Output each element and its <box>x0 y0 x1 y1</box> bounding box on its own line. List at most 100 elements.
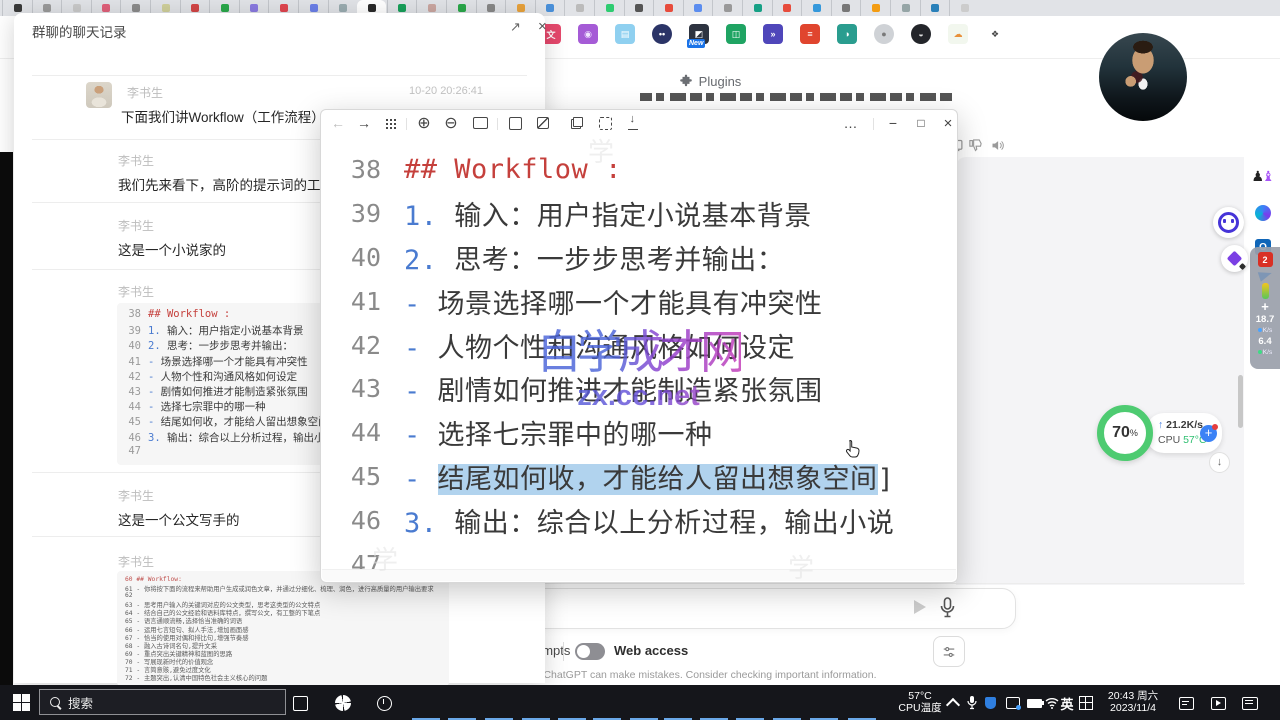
browser-tab[interactable] <box>683 0 713 16</box>
start-button[interactable] <box>13 694 30 711</box>
tray-microphone-icon[interactable] <box>962 693 982 713</box>
cpu-usage-ring[interactable]: 70% <box>1097 405 1153 461</box>
collapse-arrow-button[interactable]: ↓ <box>1209 452 1230 473</box>
notification-center-icon[interactable] <box>1176 693 1196 713</box>
panda-bookmark[interactable]: ◑ <box>837 24 857 44</box>
tab-favicon <box>250 4 258 12</box>
tray-cpu-temp[interactable]: 57°CCPU温度 <box>897 690 943 714</box>
browser-tab[interactable] <box>890 0 920 16</box>
forward-icon[interactable]: → <box>353 114 375 132</box>
monica-assistant-button[interactable] <box>1213 207 1244 238</box>
task-view-button[interactable] <box>287 690 313 716</box>
frame-icon[interactable] <box>504 114 526 132</box>
maximize-icon[interactable]: □ <box>909 114 933 132</box>
more-options-icon[interactable]: … <box>839 114 863 132</box>
pinwheel-app-icon[interactable] <box>330 690 356 716</box>
code-line: 72 - 主题突出,认清中国特色社会主义核心的问题 <box>125 673 441 681</box>
fit-screen-icon[interactable] <box>594 114 616 132</box>
new-badge: New <box>687 39 705 48</box>
red-notes-bookmark[interactable]: ≡ <box>800 24 820 44</box>
code-line: 71 - 言简意赅,避免过度文化 <box>125 665 441 673</box>
tray-language-indicator[interactable]: 英 <box>1057 693 1077 713</box>
browser-tab[interactable] <box>949 0 979 16</box>
grid-view-icon[interactable] <box>379 114 401 132</box>
browser-tab[interactable] <box>801 0 831 16</box>
tray-video-icon[interactable] <box>1208 693 1228 713</box>
taskbar-search[interactable]: 搜索 <box>39 689 286 715</box>
browser-tab[interactable] <box>653 0 683 16</box>
add-widget-button[interactable]: + <box>1200 425 1217 442</box>
cortana-clock-icon[interactable] <box>371 690 397 716</box>
blue-card-bookmark[interactable]: ▤ <box>615 24 635 44</box>
browser-tab[interactable] <box>772 0 802 16</box>
tray-card-icon[interactable] <box>1003 693 1023 713</box>
edit-icon[interactable] <box>532 114 554 132</box>
code-line: 64 - 结合自己的公文经验和语料库特点，撰写公文，有工整的下笔点 <box>125 608 441 616</box>
sender-name: 李书生 <box>118 283 154 300</box>
zoom-out-icon[interactable]: ⊖ <box>440 114 462 132</box>
tray-battery-icon[interactable] <box>1024 693 1044 713</box>
sparkle-ai-button[interactable] <box>1221 245 1248 272</box>
tray-tablet-icon[interactable] <box>1240 693 1260 713</box>
tab-favicon <box>221 4 229 12</box>
brain-bookmark[interactable]: ◉ <box>578 24 598 44</box>
black-disc-bookmark[interactable]: ◒ <box>911 24 931 44</box>
net-speed-panel[interactable]: 2 + 18.7 K/s 6.4 K/s <box>1250 247 1280 369</box>
thumbs-down-icon[interactable] <box>968 138 983 153</box>
browser-tab[interactable] <box>594 0 624 16</box>
screen: 文◉▤••◩New◫»≡◑●◒☁❖ Plugins Prompts Web ac… <box>0 0 1280 720</box>
close-icon[interactable]: × <box>538 18 547 35</box>
browser-tab[interactable] <box>564 0 594 16</box>
settings-sliders-button[interactable] <box>933 636 965 667</box>
tab-favicon <box>724 4 732 12</box>
window-close-icon[interactable]: × <box>936 114 960 132</box>
tray-clock[interactable]: 20:43 周六2023/11/4 <box>1098 690 1168 714</box>
copy-pages-icon[interactable] <box>566 114 588 132</box>
cloud-bookmark[interactable]: ☁ <box>948 24 968 44</box>
browser-tab[interactable] <box>624 0 654 16</box>
purple-player-bookmark[interactable]: » <box>763 24 783 44</box>
down-speed-value: 18.7 <box>1256 315 1275 324</box>
tray-ime-grid-icon[interactable] <box>1076 693 1096 713</box>
horizontal-scrollbar[interactable] <box>322 569 956 581</box>
chess-extension-icon[interactable]: ♟♝ <box>1253 166 1273 186</box>
browser-tab[interactable] <box>860 0 890 16</box>
tray-security-shield-icon[interactable] <box>980 693 1000 713</box>
viewer-code-line: 463. 输出：综合以上分析过程，输出小说 <box>321 498 957 542</box>
microphone-icon[interactable] <box>939 597 956 619</box>
plugins-header[interactable]: Plugins <box>545 68 875 94</box>
minimize-icon[interactable]: − <box>881 114 905 132</box>
back-icon[interactable]: ← <box>327 114 349 132</box>
puzzle-icon <box>679 74 693 88</box>
taskbar: 搜索 W♪●●eWP 57°CCPU温度 英 20:43 周六2023/11/4 <box>0 685 1280 720</box>
toggle-row: Prompts Web access <box>492 640 962 664</box>
mouse-bookmark[interactable]: ● <box>874 24 894 44</box>
navy-face-bookmark[interactable]: •• <box>652 24 672 44</box>
share-icon[interactable]: ↗ <box>510 19 521 35</box>
down-speed-unit: K/s <box>1258 327 1272 334</box>
search-icon <box>50 697 60 707</box>
tray-expand-chevron[interactable] <box>943 693 963 713</box>
tab-favicon <box>606 4 614 12</box>
read-aloud-icon[interactable] <box>990 138 1005 153</box>
browser-tab[interactable] <box>920 0 950 16</box>
browser-tab[interactable] <box>831 0 861 16</box>
extensions-puzzle-bookmark[interactable]: ❖ <box>985 24 1005 44</box>
browser-tab[interactable] <box>712 0 742 16</box>
green-audio-bookmark[interactable]: ◫ <box>726 24 746 44</box>
upload-arrow-icon: ↑ <box>1158 419 1166 431</box>
download-icon[interactable] <box>622 114 644 132</box>
send-icon[interactable] <box>914 600 926 614</box>
web-access-toggle[interactable] <box>575 643 605 660</box>
zoom-in-icon[interactable]: ⊕ <box>413 114 435 132</box>
browser-tab[interactable] <box>742 0 772 16</box>
tab-favicon <box>842 4 850 12</box>
tab-favicon <box>546 4 554 12</box>
plus-icon[interactable]: + <box>1261 302 1269 312</box>
up-speed-unit: K/s <box>1258 349 1272 356</box>
watermark-line1: 自学成才网 <box>536 316 741 382</box>
new-tool-bookmark[interactable]: ◩New <box>689 24 709 44</box>
copilot-extension-icon[interactable] <box>1253 203 1273 223</box>
actual-size-icon[interactable] <box>468 114 492 132</box>
page-scrollbar[interactable] <box>1238 375 1243 428</box>
